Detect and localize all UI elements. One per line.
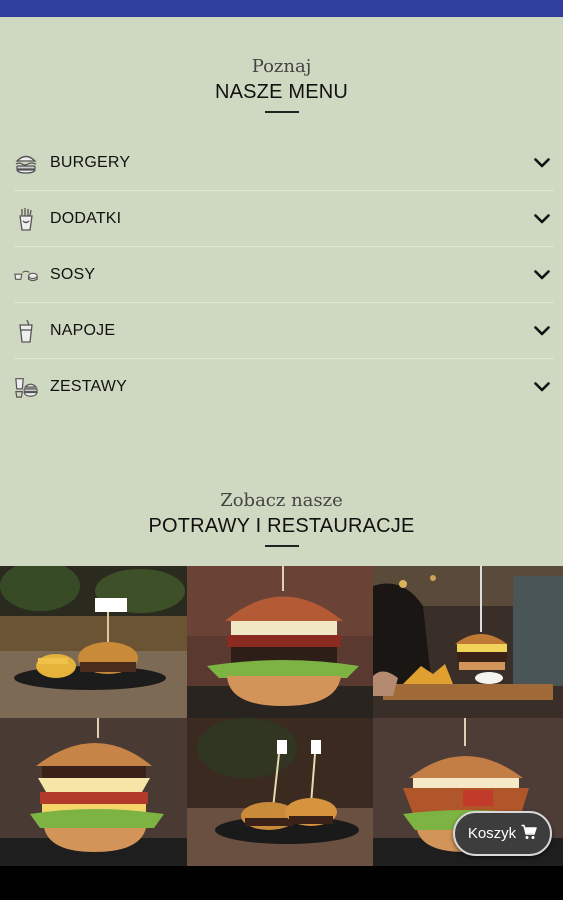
combo-icon: [14, 375, 38, 399]
fries-icon: [14, 207, 38, 231]
gallery-photo[interactable]: [373, 566, 563, 718]
chevron-down-icon[interactable]: [532, 153, 552, 173]
gallery-photo[interactable]: [0, 566, 187, 718]
page-content: Poznaj NASZE MENU BURGERY DODATKI SOSY N…: [0, 17, 563, 566]
gallery-photo[interactable]: [187, 566, 373, 718]
chevron-down-icon[interactable]: [532, 265, 552, 285]
chevron-down-icon[interactable]: [532, 321, 552, 341]
menu-item-zestawy[interactable]: ZESTAWY: [14, 359, 554, 415]
menu-item-napoje[interactable]: NAPOJE: [14, 303, 554, 359]
navigation-bar: [0, 866, 563, 900]
menu-heading: NASZE MENU: [214, 81, 349, 103]
menu-item-sosy[interactable]: SOSY: [14, 247, 554, 303]
gallery-photo[interactable]: [0, 718, 187, 866]
menu-item-label: DODATKI: [50, 209, 122, 227]
heading-underline: [264, 111, 299, 113]
cart-icon: [521, 824, 537, 844]
burger-icon: [14, 151, 38, 175]
gallery-kicker: Zobacz nasze: [220, 490, 343, 511]
menu-category-list: BURGERY DODATKI SOSY NAPOJE ZESTAWY: [14, 135, 554, 415]
chevron-down-icon[interactable]: [532, 209, 552, 229]
gallery-section-header: Zobacz nasze POTRAWY I RESTAURACJE: [0, 490, 563, 547]
menu-item-dodatki[interactable]: DODATKI: [14, 191, 554, 247]
menu-item-label: NAPOJE: [50, 321, 116, 339]
menu-item-label: ZESTAWY: [50, 378, 127, 395]
drink-icon: [14, 319, 38, 343]
menu-kicker: Poznaj: [251, 56, 312, 77]
menu-item-label: SOSY: [50, 265, 96, 283]
sauce-icon: [14, 263, 38, 287]
menu-item-burgery[interactable]: BURGERY: [14, 135, 554, 191]
heading-underline: [264, 545, 299, 547]
status-bar: [0, 0, 563, 17]
menu-section-header: Poznaj NASZE MENU: [0, 56, 563, 113]
cart-button[interactable]: Koszyk: [453, 811, 552, 856]
gallery-heading: POTRAWY I RESTAURACJE: [148, 515, 415, 537]
menu-item-label: BURGERY: [50, 153, 131, 171]
cart-label: Koszyk: [467, 825, 517, 842]
chevron-down-icon[interactable]: [532, 377, 552, 397]
gallery-photo[interactable]: [187, 718, 373, 866]
